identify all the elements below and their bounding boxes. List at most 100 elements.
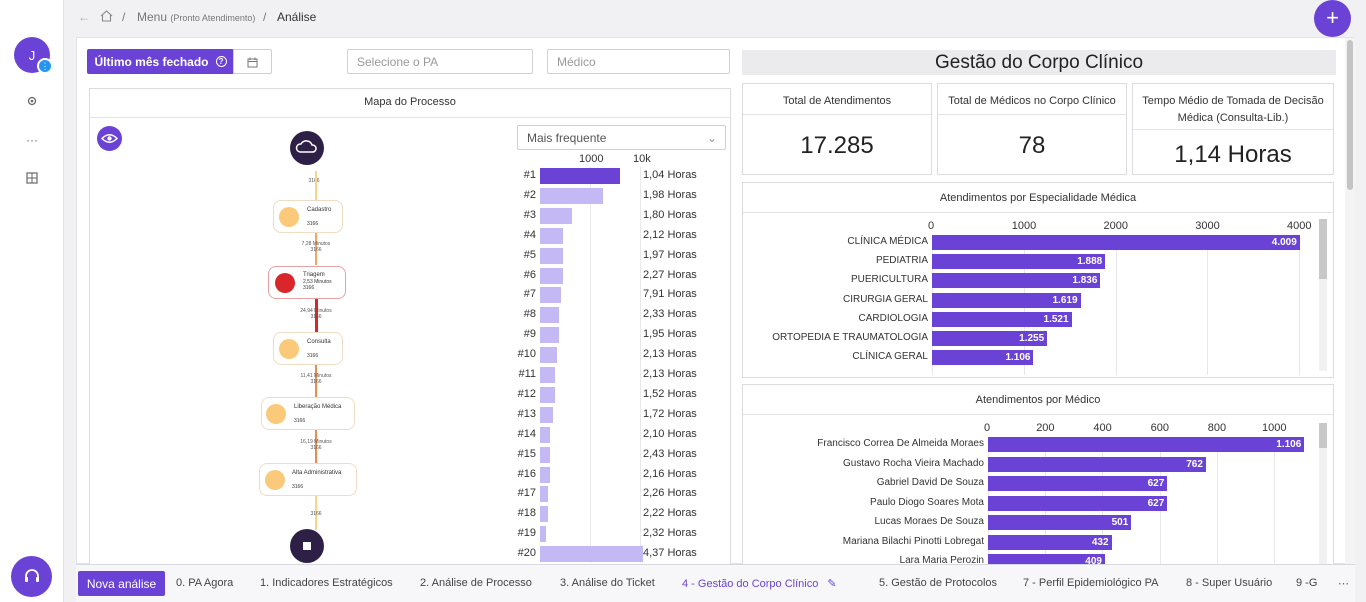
bar[interactable]: 1.619 xyxy=(932,292,1081,308)
pa-select[interactable]: Selecione o PA xyxy=(347,49,533,74)
tab[interactable]: 8 - Super Usuário xyxy=(1186,577,1272,589)
category-label: Mariana Bilachi Pinotti Lobregat xyxy=(842,535,984,547)
settings-icon[interactable] xyxy=(22,93,42,113)
category-label: ORTOPEDIA E TRAUMATOLOGIA xyxy=(772,332,928,343)
support-headset-button[interactable] xyxy=(11,556,52,597)
variant-duration: 2,12 Horas xyxy=(643,228,697,241)
dashboard-title: Gestão do Corpo Clínico xyxy=(742,50,1336,75)
bar[interactable]: 1.888 xyxy=(932,254,1106,270)
more-tabs-icon[interactable]: ⋯ xyxy=(1338,577,1349,590)
chart-scrollbar[interactable] xyxy=(1319,423,1327,565)
variant-rank: #13 xyxy=(517,407,536,420)
more-icon[interactable]: ··· xyxy=(22,130,42,150)
category-label: CIRURGIA GERAL xyxy=(842,293,928,305)
bar[interactable]: 432 xyxy=(988,534,1112,550)
category-label: Paulo Diogo Soares Mota xyxy=(870,496,984,508)
variant-bar[interactable] xyxy=(540,207,572,224)
variant-bar[interactable] xyxy=(540,406,553,423)
category-label: CLÍNICA MÉDICA xyxy=(847,236,928,247)
variant-bar[interactable] xyxy=(540,267,563,284)
home-icon[interactable] xyxy=(100,10,113,25)
kpi-card-total-atendimentos: Total de Atendimentos 17.285 xyxy=(742,83,932,175)
bar[interactable]: 4.009 xyxy=(932,235,1300,250)
bar[interactable]: 1.106 xyxy=(932,350,1034,366)
variant-bar[interactable] xyxy=(540,526,546,543)
axis-tick-label: 2000 xyxy=(1103,220,1128,232)
variant-bar[interactable] xyxy=(540,486,548,503)
avatar-menu-badge[interactable]: ⋮ xyxy=(37,58,53,74)
variant-rank: #4 xyxy=(523,228,536,241)
variant-bar[interactable] xyxy=(540,227,563,244)
tab-active[interactable]: 4 - Gestão do Corpo Clínico ✎ xyxy=(682,577,837,590)
variant-rank: #20 xyxy=(517,547,536,560)
variant-bar[interactable] xyxy=(540,546,643,563)
category-label: PEDIATRIA xyxy=(875,255,928,267)
tab[interactable]: 3. Análise do Ticket xyxy=(560,577,655,589)
variant-bar[interactable] xyxy=(540,426,550,443)
variant-bar[interactable] xyxy=(540,466,550,483)
doctor-select[interactable]: Médico xyxy=(547,49,730,74)
variant-duration: 4,37 Horas xyxy=(643,547,697,560)
bar[interactable]: 1.106 xyxy=(988,437,1305,452)
tab[interactable]: 1. Indicadores Estratégicos xyxy=(260,577,393,589)
kpi-card-total-medicos: Total de Médicos no Corpo Clínico 78 xyxy=(937,83,1127,175)
process-node-triagem[interactable]: Triagem 2,53 Minutos 3166 xyxy=(268,266,346,299)
tab[interactable]: 7 - Perfil Epidemiológico PA xyxy=(1023,577,1159,589)
bar[interactable]: 1.836 xyxy=(932,273,1101,289)
start-node-cloud-icon[interactable] xyxy=(290,131,324,165)
process-node-alta-administrativa[interactable]: Alta Administrativa 3166 xyxy=(259,463,357,496)
process-node-cadastro[interactable]: Cadastro 3166 xyxy=(273,200,343,233)
add-button[interactable]: + xyxy=(1314,0,1351,37)
breadcrumb-current: Análise xyxy=(277,10,317,24)
process-node-liberacao-medica[interactable]: Liberação Médica 3166 xyxy=(261,397,355,430)
bar[interactable]: 627 xyxy=(988,495,1168,511)
kpi-value: 78 xyxy=(1018,132,1046,159)
new-analysis-button[interactable]: Nova análise xyxy=(78,571,165,596)
variant-duration: 2,27 Horas xyxy=(643,268,697,281)
variant-bar[interactable] xyxy=(540,307,559,324)
edit-icon[interactable]: ✎ xyxy=(824,578,836,590)
end-node-stop-icon[interactable] xyxy=(290,529,324,563)
variant-rank: #6 xyxy=(523,268,536,281)
bar[interactable]: 1.255 xyxy=(932,331,1048,346)
variant-bar[interactable] xyxy=(540,506,548,523)
variant-bar[interactable] xyxy=(540,327,559,344)
variant-bar[interactable] xyxy=(540,446,550,463)
variant-sort-select[interactable]: Mais frequente ⌄ xyxy=(517,125,726,150)
help-icon: ? xyxy=(215,56,227,67)
variant-bar[interactable] xyxy=(540,247,563,264)
panel-scrollbar[interactable] xyxy=(1345,38,1355,565)
top-bar: ← / Menu (Pronto Atendimento) / Análise xyxy=(78,10,317,25)
process-node-consulta[interactable]: Consulta 3166 xyxy=(273,332,343,365)
dashboard-icon[interactable] xyxy=(22,170,42,190)
back-arrow-icon[interactable]: ← xyxy=(78,10,90,24)
tab[interactable]: 2. Análise de Processo xyxy=(420,577,532,589)
bar[interactable]: 1.521 xyxy=(932,311,1072,327)
axis-tick-label: 4000 xyxy=(1287,220,1312,232)
bar[interactable]: 627 xyxy=(988,476,1168,491)
variant-bar[interactable] xyxy=(540,168,620,184)
bar[interactable]: 501 xyxy=(988,515,1132,530)
eye-icon[interactable] xyxy=(97,126,122,151)
chart-scrollbar[interactable] xyxy=(1319,219,1327,371)
variant-bar[interactable] xyxy=(540,367,555,383)
gridline xyxy=(1299,235,1300,375)
bar[interactable]: 762 xyxy=(988,456,1206,472)
variant-duration: 1,98 Horas xyxy=(643,188,697,201)
breadcrumb-menu[interactable]: Menu (Pronto Atendimento) xyxy=(137,10,255,24)
tab[interactable]: 5. Gestão de Protocolos xyxy=(879,577,997,589)
variant-duration: 2,13 Horas xyxy=(643,368,697,380)
gridline xyxy=(1216,437,1218,565)
left-rail: J ⋮ ··· xyxy=(0,0,64,602)
tab[interactable]: 0. PA Agora xyxy=(176,577,233,589)
gridline xyxy=(1115,235,1117,375)
variant-bar[interactable] xyxy=(540,187,603,204)
period-filter-button[interactable]: Último mês fechado ? xyxy=(87,49,234,74)
variant-bar[interactable] xyxy=(540,347,557,364)
calendar-button[interactable] xyxy=(233,49,272,74)
variant-bar[interactable] xyxy=(540,287,561,304)
variant-bar[interactable] xyxy=(540,386,555,403)
tab[interactable]: 9 -G xyxy=(1296,577,1317,589)
axis-tick-label: 1000 xyxy=(1262,422,1287,434)
variant-duration: 1,97 Horas xyxy=(643,248,697,261)
